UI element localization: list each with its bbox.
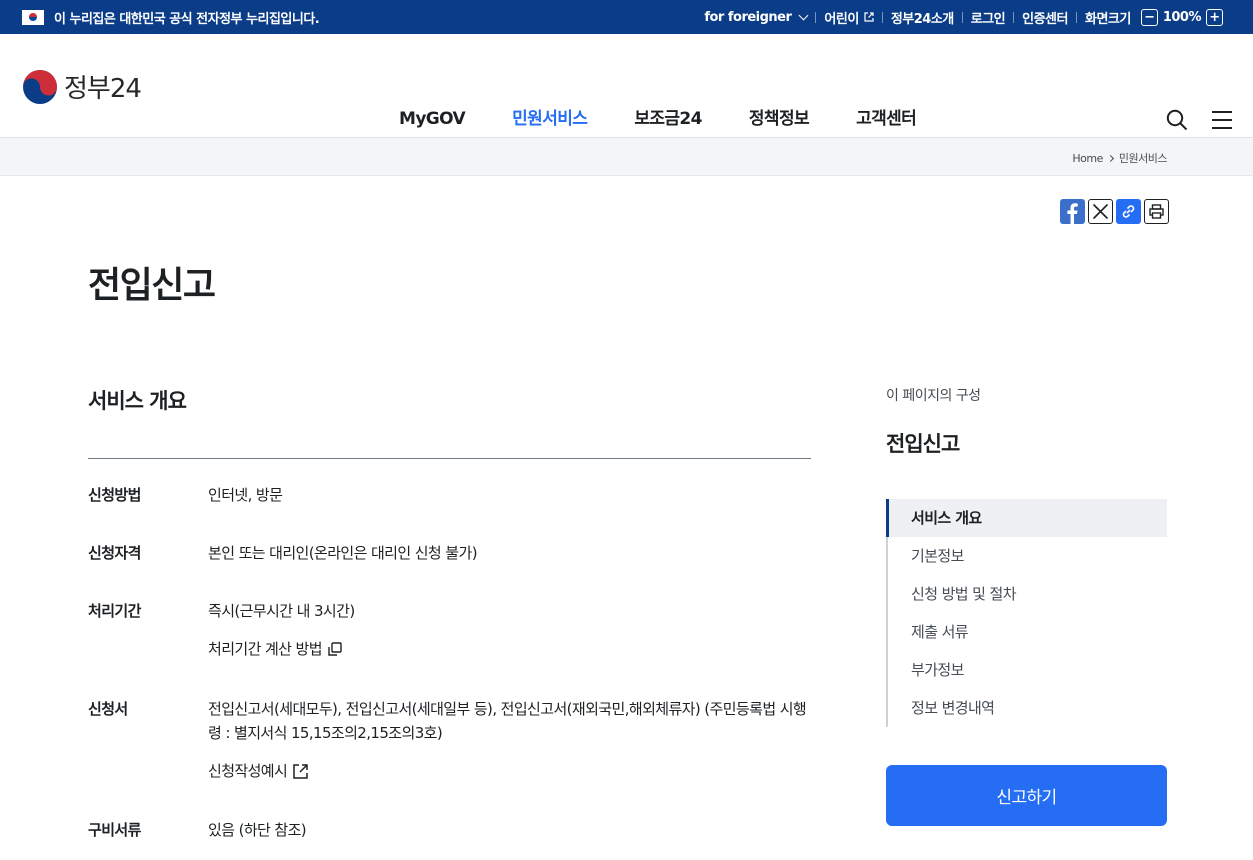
toc-item-overview[interactable]: 서비스 개요	[886, 499, 1167, 537]
apply-button[interactable]: 신고하기	[886, 765, 1167, 826]
form-example-link[interactable]: 신청작성예시	[208, 759, 811, 783]
toc-item-documents[interactable]: 제출 서류	[888, 613, 1167, 651]
login-label: 로그인	[970, 11, 1006, 27]
toc-list: 서비스 개요 기본정보 신청 방법 및 절차 제출 서류 부가정보 정보 변경내…	[886, 499, 1167, 727]
site-logo[interactable]: 정부24	[22, 68, 142, 105]
nav-subsidy24[interactable]: 보조금24	[634, 107, 702, 131]
page-title: 전입신고	[88, 265, 216, 306]
breadcrumb: Home 민원서비스	[1072, 150, 1167, 166]
toc-caption: 이 페이지의 구성	[886, 388, 981, 404]
kids-link[interactable]: 어린이	[816, 8, 881, 27]
official-banner: 이 누리집은 대한민국 공식 전자정부 누리집입니다. for foreigne…	[0, 0, 1253, 34]
chevron-down-icon	[798, 10, 809, 20]
external-link-icon	[864, 12, 874, 22]
toc-item-procedure[interactable]: 신청 방법 및 절차	[888, 575, 1167, 613]
nav-mygov[interactable]: MyGOV	[399, 107, 466, 131]
info-row-application-form: 신청서 전입신고서(세대모두), 전입신고서(세대일부 등), 전입신고서(재외…	[88, 697, 811, 818]
taegeuk-logo-icon	[23, 69, 57, 104]
info-value: 있음 (하단 참조)	[208, 821, 307, 839]
popup-icon	[328, 642, 342, 656]
korea-flag-icon	[22, 9, 44, 25]
about-link[interactable]: 정부24소개	[883, 8, 962, 27]
page-toc-panel: 이 페이지의 구성 전입신고 서비스 개요 기본정보 신청 방법 및 절차 제출…	[886, 385, 1167, 826]
info-row-eligibility: 신청자격 본인 또는 대리인(온라인은 대리인 신청 불가)	[88, 541, 811, 599]
print-icon	[1149, 204, 1164, 219]
chevron-right-icon	[1106, 154, 1114, 162]
toc-title: 전입신고	[886, 432, 960, 456]
x-icon	[1092, 203, 1109, 220]
zoom-level: 100%	[1162, 9, 1202, 25]
zoom-out-button[interactable]: −	[1140, 8, 1158, 26]
info-value-group: 즉시(근무시간 내 3시간) 처리기간 계산 방법	[208, 599, 811, 697]
share-toolbar	[1060, 199, 1172, 224]
breadcrumb-home[interactable]: Home	[1072, 152, 1103, 165]
print-button[interactable]	[1144, 199, 1169, 224]
x-share-button[interactable]	[1088, 199, 1113, 224]
search-icon[interactable]	[1166, 109, 1188, 131]
main-navigation: MyGOV 민원서비스 보조금24 정책정보 고객센터	[399, 107, 963, 131]
link-icon	[1122, 205, 1135, 218]
login-link[interactable]: 로그인	[963, 8, 1013, 27]
foreigner-label: for foreigner	[704, 9, 792, 25]
info-label: 처리기간	[88, 602, 141, 620]
logo-text: 정부24	[64, 74, 142, 104]
foreigner-link[interactable]: for foreigner	[696, 10, 815, 25]
site-header: 정부24 MyGOV 민원서비스 보조금24 정책정보 고객센터	[0, 34, 1253, 138]
breadcrumb-bar: Home 민원서비스	[0, 138, 1253, 176]
info-value-group: 전입신고서(세대모두), 전입신고서(세대일부 등), 전입신고서(재외국민,해…	[208, 697, 811, 818]
about-label: 정부24소개	[890, 11, 954, 27]
link-label: 처리기간 계산 방법	[208, 640, 323, 658]
toc-item-change-history[interactable]: 정보 변경내역	[888, 689, 1167, 727]
toc-item-basic-info[interactable]: 기본정보	[888, 537, 1167, 575]
menu-icon[interactable]	[1211, 109, 1233, 131]
section-title: 서비스 개요	[88, 385, 811, 459]
facebook-share-button[interactable]	[1060, 199, 1085, 224]
screen-size-control: 화면크기 − 100% +	[1077, 8, 1231, 27]
external-link-icon	[293, 763, 308, 779]
utility-menu: for foreigner 어린이 정부24소개 로그인 인증센터 화면크기 −…	[696, 8, 1231, 27]
zoom-in-button[interactable]: +	[1206, 8, 1223, 26]
info-row-processing-time: 처리기간 즉시(근무시간 내 3시간) 처리기간 계산 방법	[88, 599, 811, 697]
link-label: 신청작성예시	[208, 762, 288, 780]
info-row-documents: 구비서류 있음 (하단 참조)	[88, 818, 811, 842]
kids-label: 어린이	[824, 11, 859, 27]
facebook-icon	[1067, 203, 1078, 224]
nav-civil-service[interactable]: 민원서비스	[512, 107, 588, 131]
processing-time-calc-link[interactable]: 처리기간 계산 방법	[208, 637, 811, 661]
nav-customer-center[interactable]: 고객센터	[856, 107, 917, 131]
breadcrumb-current[interactable]: 민원서비스	[1119, 150, 1168, 166]
overview-list: 신청방법 인터넷, 방문 신청자격 본인 또는 대리인(온라인은 대리인 신청 …	[88, 483, 811, 842]
nav-policy-info[interactable]: 정책정보	[749, 107, 810, 131]
info-label: 신청방법	[88, 486, 141, 504]
official-notice: 이 누리집은 대한민국 공식 전자정부 누리집입니다.	[54, 11, 320, 27]
service-overview: 서비스 개요 신청방법 인터넷, 방문 신청자격 본인 또는 대리인(온라인은 …	[88, 385, 811, 842]
info-label: 구비서류	[88, 821, 141, 839]
info-value: 전입신고서(세대모두), 전입신고서(세대일부 등), 전입신고서(재외국민,해…	[208, 700, 807, 742]
toc-item-additional-info[interactable]: 부가정보	[888, 651, 1167, 689]
info-value: 인터넷, 방문	[208, 486, 283, 504]
info-value: 본인 또는 대리인(온라인은 대리인 신청 불가)	[208, 544, 478, 562]
cert-center-label: 인증센터	[1022, 11, 1068, 27]
info-row-method: 신청방법 인터넷, 방문	[88, 483, 811, 541]
info-label: 신청서	[88, 700, 128, 718]
cert-center-link[interactable]: 인증센터	[1014, 8, 1076, 27]
screen-size-label: 화면크기	[1084, 11, 1131, 27]
info-value: 즉시(근무시간 내 3시간)	[208, 602, 355, 620]
info-label: 신청자격	[88, 544, 141, 562]
copy-link-button[interactable]	[1116, 199, 1141, 224]
